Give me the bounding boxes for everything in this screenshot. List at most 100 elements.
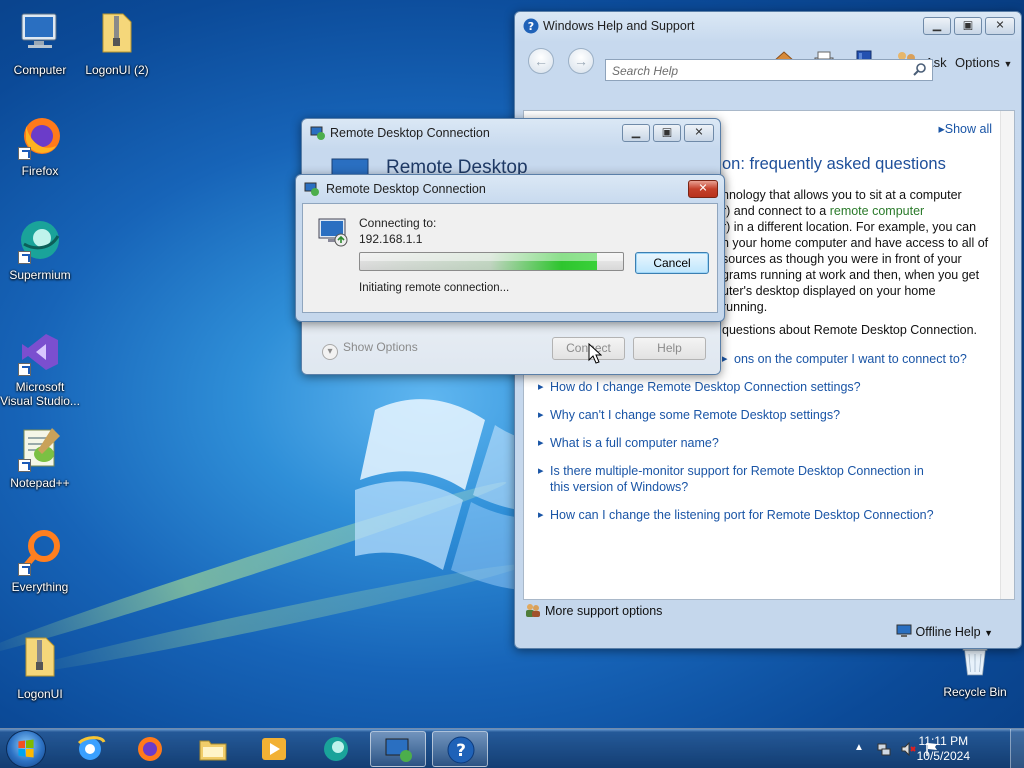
desktop-icon-visual-studio[interactable]: Microsoft Visual Studio... (0, 328, 80, 408)
taskbar-media-player[interactable] (246, 731, 302, 767)
offline-help-menu[interactable]: Offline Help ▼ (896, 624, 993, 639)
taskbar-firefox[interactable] (122, 731, 178, 767)
maximize-button[interactable]: ▣ (954, 17, 982, 35)
vertical-scrollbar[interactable] (1000, 111, 1014, 599)
more-support-options[interactable]: More support options (525, 602, 662, 618)
zip-folder-icon (25, 637, 55, 677)
close-button[interactable]: ✕ (684, 124, 714, 142)
help-question-icon: ? (447, 736, 475, 764)
close-icon: ✕ (995, 19, 1005, 32)
minimize-icon: ▁ (932, 19, 942, 32)
monitor-connecting-icon (318, 218, 348, 247)
desktop-icon-notepad-plus-plus[interactable]: Notepad++ (0, 424, 80, 490)
faq-link[interactable]: Is there multiple-monitor support for Re… (538, 463, 938, 495)
shortcut-arrow-icon (18, 147, 31, 160)
internet-explorer-icon (77, 736, 106, 760)
svg-text:?: ? (528, 20, 534, 33)
questions-intro: questions about Remote Desktop Connectio… (722, 323, 978, 337)
minimize-button[interactable]: ▁ (622, 124, 650, 142)
faq-link[interactable]: How do I change Remote Desktop Connectio… (538, 379, 958, 395)
taskbar-help-and-support[interactable]: ? (432, 731, 488, 767)
rdc-dialog-title: Remote Desktop Connection (326, 182, 486, 196)
back-button[interactable]: ← (528, 48, 554, 74)
chevron-down-icon: ▾ (322, 344, 338, 360)
close-icon: ✕ (694, 126, 704, 139)
network-icon[interactable] (876, 741, 892, 757)
system-tray: ▲ 11:11 PM 10/5/2024 (834, 729, 1024, 768)
shortcut-arrow-icon (18, 251, 31, 264)
remote-desktop-icon (310, 126, 325, 140)
start-button[interactable] (6, 730, 46, 768)
faq-link[interactable]: What is a full computer name? (538, 435, 958, 451)
taskbar: ? ▲ 11:11 PM 10/5/2024 (0, 728, 1024, 768)
rdc-connecting-dialog[interactable]: Remote Desktop Connection ✕ Connecting t… (295, 174, 725, 322)
clock[interactable]: 11:11 PM 10/5/2024 (917, 734, 970, 764)
computer-icon (21, 13, 57, 48)
connecting-ip-address: 192.168.1.1 (359, 232, 423, 246)
dropdown-arrow-icon: ▼ (1003, 59, 1013, 69)
remote-desktop-icon (304, 182, 319, 196)
svg-text:?: ? (456, 741, 466, 761)
forward-arrow-icon: → (574, 53, 588, 69)
mouse-cursor-icon (588, 343, 602, 364)
media-player-icon (262, 738, 286, 760)
help-article-intro: hnology that allows you to sit at a comp… (722, 188, 989, 314)
desktop-icon-supermium[interactable]: Supermium (0, 216, 80, 282)
maximize-button[interactable]: ▣ (653, 124, 681, 142)
desktop-icon-everything[interactable]: Everything (0, 528, 80, 594)
dropdown-arrow-icon: ▼ (984, 628, 993, 638)
shortcut-arrow-icon (18, 363, 31, 376)
rdc-dialog-titlebar[interactable]: Remote Desktop Connection ✕ (296, 175, 724, 203)
back-arrow-icon: ← (534, 53, 548, 69)
faq-link[interactable]: How can I change the listening port for … (538, 507, 958, 523)
search-help-input[interactable]: Search Help (605, 59, 933, 81)
minimize-button[interactable]: ▁ (923, 17, 951, 35)
rdc-dialog-body: Connecting to: 192.168.1.1 Cancel Initia… (302, 203, 718, 313)
supermium-icon (324, 737, 348, 761)
desktop-icon-logonui[interactable]: LogonUI (0, 632, 80, 701)
support-people-icon (526, 604, 540, 617)
rdc-button-bar: ▾ Show Options Connect Help (302, 320, 720, 374)
maximize-icon: ▣ (962, 19, 974, 32)
search-icon[interactable] (912, 62, 928, 78)
faq-link[interactable]: ons on the computer I want to connect to… (722, 351, 982, 367)
show-options-toggle[interactable]: ▾ Show Options (322, 340, 418, 360)
rdc-titlebar[interactable]: Remote Desktop Connection ▁ ▣ ✕ (302, 119, 720, 147)
show-hidden-icons-icon[interactable]: ▲ (854, 742, 870, 758)
folder-icon (199, 740, 227, 761)
connecting-to-label: Connecting to: (359, 216, 437, 230)
help-titlebar[interactable]: ? Windows Help and Support ▁ ▣ ✕ (515, 12, 1021, 40)
help-article-heading: on: frequently asked questions (722, 155, 946, 173)
show-all-link[interactable]: Show all (938, 121, 992, 136)
taskbar-file-explorer[interactable] (185, 731, 241, 767)
remote-desktop-icon (385, 738, 412, 762)
close-button[interactable]: ✕ (688, 180, 718, 198)
desktop-icon-recycle-bin[interactable]: Recycle Bin (935, 642, 1015, 699)
remote-computer-link[interactable]: remote computer (830, 204, 924, 218)
help-window-title: Windows Help and Support (543, 19, 695, 33)
minimize-icon: ▁ (631, 126, 641, 139)
zip-folder-icon (102, 13, 132, 53)
show-desktop-button[interactable] (1010, 729, 1024, 768)
taskbar-supermium[interactable] (308, 731, 364, 767)
rdc-window-title: Remote Desktop Connection (330, 126, 490, 140)
faq-link[interactable]: Why can't I change some Remote Desktop s… (538, 407, 958, 423)
windows-start-icon (18, 739, 34, 758)
desktop-icon-computer[interactable]: Computer (0, 8, 80, 77)
help-button[interactable]: Help (633, 337, 706, 360)
cancel-button[interactable]: Cancel (635, 252, 709, 274)
maximize-icon: ▣ (661, 126, 673, 139)
shortcut-arrow-icon (18, 563, 31, 576)
offline-monitor-icon (896, 624, 911, 637)
close-button[interactable]: ✕ (985, 17, 1015, 35)
connection-status-text: Initiating remote connection... (359, 282, 510, 294)
desktop-icon-logonui-2[interactable]: LogonUI (2) (77, 8, 157, 77)
shortcut-arrow-icon (18, 459, 31, 472)
forward-button[interactable]: → (568, 48, 594, 74)
volume-muted-icon[interactable] (900, 741, 916, 757)
taskbar-remote-desktop[interactable] (370, 731, 426, 767)
taskbar-internet-explorer[interactable] (62, 731, 118, 767)
options-menu[interactable]: Options ▼ (955, 55, 1012, 70)
desktop-icon-firefox[interactable]: Firefox (0, 112, 80, 178)
search-placeholder: Search Help (612, 64, 679, 78)
